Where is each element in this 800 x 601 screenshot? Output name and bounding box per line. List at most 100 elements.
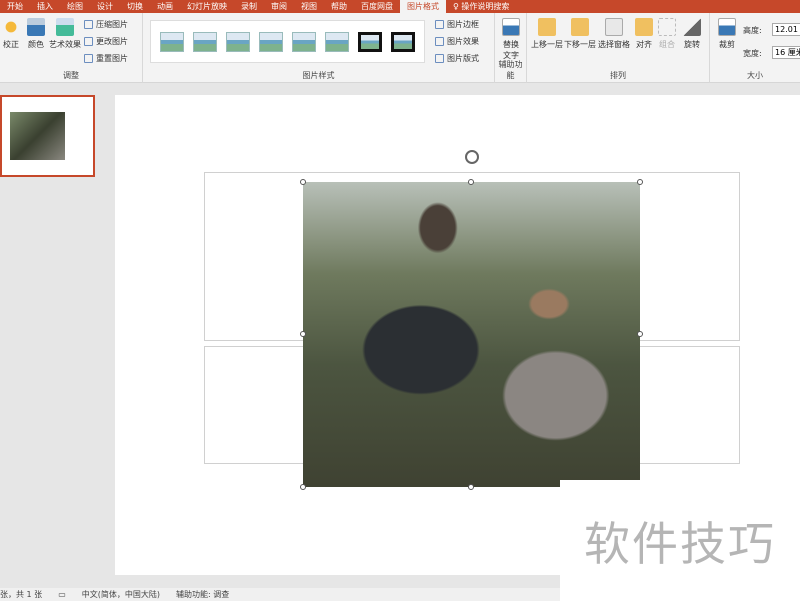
resize-handle[interactable] [468, 179, 474, 185]
effects-icon [435, 37, 444, 46]
resize-handle[interactable] [300, 484, 306, 490]
artistic-icon [56, 18, 74, 36]
change-picture-button[interactable]: 更改图片 [84, 36, 128, 47]
forward-label: 上移一层 [531, 40, 563, 49]
crop-label: 裁剪 [719, 40, 735, 49]
width-input[interactable] [772, 46, 800, 59]
tab-design[interactable]: 设计 [90, 0, 120, 13]
bring-forward-icon [538, 18, 556, 36]
search-label: 操作说明搜索 [461, 2, 510, 11]
backward-label: 下移一层 [564, 40, 596, 49]
resize-handle[interactable] [637, 179, 643, 185]
rotate-button[interactable]: 旋转 [675, 18, 709, 50]
style-thumb[interactable] [225, 31, 250, 52]
accessibility-status[interactable]: 辅助功能: 调查 [176, 589, 229, 600]
ribbon-tabs: 开始 插入 绘图 设计 切换 动画 幻灯片放映 录制 审阅 视图 帮助 百度网盘… [0, 0, 800, 13]
border-label: 图片边框 [447, 20, 479, 29]
group-picture-styles: 图片边框 图片效果 图片版式 图片样式 [143, 13, 495, 83]
style-thumb[interactable] [292, 31, 317, 52]
border-icon [435, 20, 444, 29]
tab-home[interactable]: 开始 [0, 0, 30, 13]
style-thumb[interactable] [159, 31, 184, 52]
style-thumb[interactable] [358, 31, 383, 52]
corrections-label: 校正 [3, 40, 19, 49]
picture-effects-button[interactable]: 图片效果 [435, 36, 479, 47]
reset-picture-button[interactable]: 重置图片 [84, 53, 128, 64]
alt-text-icon [502, 18, 520, 36]
tell-me-search[interactable]: ♀ 操作说明搜索 [446, 0, 516, 13]
layout-label: 图片版式 [447, 54, 479, 63]
tab-picture-format[interactable]: 图片格式 [400, 0, 446, 13]
rotate-label: 旋转 [684, 40, 700, 49]
group-accessibility: 替换 文字 辅助功能 [495, 13, 527, 83]
tab-transitions[interactable]: 切换 [120, 0, 150, 13]
spellcheck-icon[interactable]: ▭ [58, 590, 66, 599]
resize-handle[interactable] [637, 331, 643, 337]
group-icon [658, 18, 676, 36]
tab-insert[interactable]: 插入 [30, 0, 60, 13]
effects-label: 图片效果 [447, 37, 479, 46]
compress-label: 压缩图片 [96, 20, 128, 29]
tab-draw[interactable]: 绘图 [60, 0, 90, 13]
group-arrange: 上移一层 下移一层 选择窗格 对齐 组合 旋转 排列 [527, 13, 710, 83]
language-status[interactable]: 中文(简体，中国大陆) [82, 589, 160, 600]
alt-text-button[interactable]: 替换 文字 [494, 18, 528, 61]
height-input[interactable] [772, 23, 800, 36]
compress-icon [84, 20, 93, 29]
bring-forward-button[interactable]: 上移一层 [530, 18, 564, 50]
resize-handle[interactable] [468, 484, 474, 490]
picture-border-button[interactable]: 图片边框 [435, 19, 479, 30]
color-label: 颜色 [28, 40, 44, 49]
change-picture-icon [84, 37, 93, 46]
rotate-handle[interactable] [465, 150, 479, 164]
compress-button[interactable]: 压缩图片 [84, 19, 128, 30]
group-label-adjust: 调整 [63, 71, 79, 80]
watermark: 软件技巧 [560, 480, 800, 601]
tab-help[interactable]: 帮助 [324, 0, 354, 13]
artistic-effects-button[interactable]: 艺术效果 [48, 18, 82, 50]
crop-icon [718, 18, 736, 36]
group-adjust: 校正 颜色 艺术效果 压缩图片 更改图片 重置图片 调整 [0, 13, 143, 83]
selected-picture[interactable] [303, 182, 640, 487]
reset-label: 重置图片 [96, 54, 128, 63]
resize-handle[interactable] [300, 331, 306, 337]
tab-record[interactable]: 录制 [234, 0, 264, 13]
group-label-styles: 图片样式 [302, 71, 335, 80]
selection-pane-icon [605, 18, 623, 36]
picture-layout-button[interactable]: 图片版式 [435, 53, 479, 64]
group-label-accessibility: 辅助功能 [498, 60, 523, 80]
layout-icon [435, 54, 444, 63]
width-label: 宽度: [743, 49, 762, 58]
send-backward-button[interactable]: 下移一层 [563, 18, 597, 50]
rotate-icon [683, 18, 701, 36]
style-thumb[interactable] [325, 31, 350, 52]
tab-baidu[interactable]: 百度网盘 [354, 0, 400, 13]
change-label: 更改图片 [96, 37, 128, 46]
thumbnail-image [10, 112, 65, 160]
group-label-arrange: 排列 [610, 71, 626, 80]
style-thumb[interactable] [258, 31, 283, 52]
alt-label-1: 替换 [503, 40, 519, 49]
tab-slideshow[interactable]: 幻灯片放映 [180, 0, 234, 13]
selection-pane-button[interactable]: 选择窗格 [597, 18, 631, 50]
tab-review[interactable]: 审阅 [264, 0, 294, 13]
pane-label: 选择窗格 [598, 40, 630, 49]
slide-thumbnail[interactable] [0, 95, 95, 177]
resize-handle[interactable] [300, 179, 306, 185]
style-thumb[interactable] [192, 31, 217, 52]
sun-icon [2, 18, 20, 36]
tab-view[interactable]: 视图 [294, 0, 324, 13]
reset-icon [84, 54, 93, 63]
height-label: 高度: [743, 26, 762, 35]
crop-button[interactable]: 裁剪 [710, 18, 744, 50]
artistic-label: 艺术效果 [49, 40, 81, 49]
ribbon: 校正 颜色 艺术效果 压缩图片 更改图片 重置图片 调整 图片边框 图片效果 图… [0, 13, 800, 83]
group-label-size: 大小 [747, 71, 763, 80]
slide-count: 张，共 1 张 [0, 590, 43, 599]
tab-animations[interactable]: 动画 [150, 0, 180, 13]
send-backward-icon [571, 18, 589, 36]
color-icon [27, 18, 45, 36]
style-thumb[interactable] [391, 31, 416, 52]
group-size: 裁剪 高度: 宽度: 大小 [710, 13, 800, 83]
styles-gallery[interactable] [150, 20, 425, 63]
